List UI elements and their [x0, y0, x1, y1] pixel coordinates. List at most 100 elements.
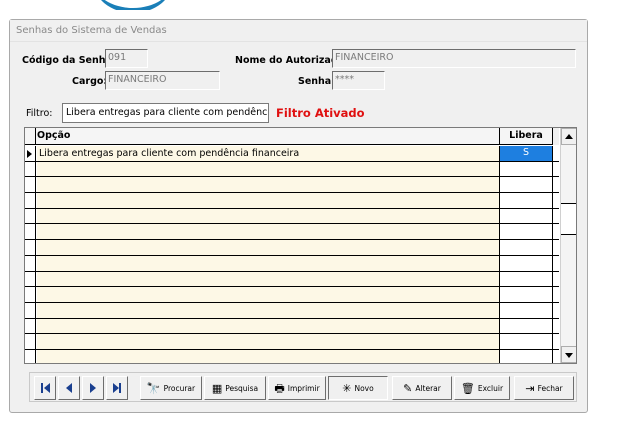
column-header-libera[interactable]: Libera — [499, 128, 552, 145]
row-indicator — [25, 334, 36, 349]
senhas-window: Senhas do Sistema de Vendas Código da Se… — [9, 19, 588, 413]
cell-libera[interactable] — [499, 349, 552, 363]
table-row[interactable]: Libera entregas para cliente com pendênc… — [25, 146, 559, 162]
cell-opcao[interactable] — [37, 334, 499, 349]
row-indicator — [25, 146, 36, 161]
scroll-thumb[interactable] — [561, 203, 576, 235]
cell-libera[interactable] — [499, 193, 552, 208]
fechar-button-label: Fechar — [537, 383, 563, 393]
procurar-button-label: Procurar — [163, 383, 196, 393]
fechar-button[interactable]: ⇥ Fechar — [514, 376, 574, 400]
last-record-button[interactable] — [106, 376, 128, 400]
cell-opcao[interactable]: Libera entregas para cliente com pendênc… — [37, 146, 499, 161]
row-indicator — [25, 349, 36, 363]
cell-opcao[interactable] — [37, 349, 499, 363]
table-row[interactable] — [25, 177, 559, 194]
column-header-opcao[interactable]: Opção — [37, 130, 70, 141]
cell-libera[interactable] — [499, 161, 552, 177]
novo-button-label: Novo — [354, 383, 374, 393]
cell-libera[interactable] — [499, 240, 552, 255]
imprimir-button-label: Imprimir — [287, 383, 320, 393]
cell-libera[interactable] — [499, 334, 552, 349]
filtro-label: Filtro: — [26, 108, 53, 119]
header-spacer — [552, 128, 559, 145]
cell-libera[interactable] — [499, 302, 552, 318]
scroll-up-icon[interactable] — [561, 128, 576, 145]
row-indicator — [25, 161, 36, 177]
filtro-input[interactable]: Libera entregas para cliente com pendênc… — [62, 103, 269, 123]
codigo-label: Código da Senha: — [22, 55, 116, 66]
cell-opcao[interactable] — [37, 177, 499, 193]
table-row[interactable] — [25, 302, 559, 319]
cell-opcao[interactable] — [37, 240, 499, 255]
cell-opcao[interactable] — [37, 161, 499, 177]
cell-libera[interactable] — [499, 208, 552, 224]
cargo-field[interactable]: FINANCEIRO — [105, 71, 220, 90]
row-indicator — [25, 255, 36, 271]
trash-icon: 🗑 — [460, 381, 475, 395]
cell-libera[interactable] — [499, 271, 552, 287]
table-row[interactable] — [25, 161, 559, 178]
cell-libera[interactable] — [499, 255, 552, 271]
row-indicator — [25, 240, 36, 255]
row-indicator — [25, 208, 36, 224]
record-toolbar: 🔭 Procurar ▦ Pesquisa 🖶 Imprimir ✳ Novo ✎ Alterar… — [29, 372, 577, 402]
filtro-status: Filtro Ativado — [276, 106, 365, 120]
table-row[interactable] — [25, 193, 559, 209]
table-row[interactable] — [25, 224, 559, 241]
cell-opcao[interactable] — [37, 224, 499, 240]
pesquisa-button[interactable]: ▦ Pesquisa — [204, 376, 266, 400]
row-spacer — [552, 302, 559, 318]
table-row[interactable] — [25, 271, 559, 288]
codigo-field[interactable]: 091 — [105, 49, 148, 68]
row-indicator — [25, 177, 36, 193]
novo-button[interactable]: ✳ Novo — [328, 376, 388, 400]
new-document-icon: ✳ — [342, 381, 352, 395]
row-indicator — [25, 302, 36, 318]
table-row[interactable] — [25, 287, 559, 303]
table-row[interactable] — [25, 334, 559, 350]
autorizado-label: Nome do Autorizado: — [235, 55, 348, 66]
grid-vertical-scrollbar[interactable] — [560, 128, 576, 363]
row-spacer — [552, 255, 559, 271]
next-record-button[interactable] — [82, 376, 104, 400]
table-row[interactable] — [25, 240, 559, 256]
row-spacer — [552, 177, 559, 193]
row-spacer — [552, 271, 559, 287]
autorizado-field[interactable]: FINANCEIRO — [332, 49, 576, 68]
cell-opcao[interactable] — [37, 255, 499, 271]
excluir-button[interactable]: 🗑 Excluir — [454, 376, 510, 400]
cell-libera[interactable] — [499, 287, 552, 302]
cell-libera[interactable] — [499, 318, 552, 334]
edit-wand-icon: ✎ — [403, 381, 413, 395]
previous-record-button[interactable] — [58, 376, 80, 400]
row-spacer — [552, 161, 559, 177]
exit-door-icon: ⇥ — [525, 381, 535, 395]
scroll-down-icon[interactable] — [561, 346, 576, 363]
table-row[interactable] — [25, 208, 559, 225]
row-spacer — [552, 146, 559, 161]
cell-opcao[interactable] — [37, 193, 499, 208]
imprimir-button[interactable]: 🖶 Imprimir — [268, 376, 326, 400]
alterar-button[interactable]: ✎ Alterar — [392, 376, 452, 400]
row-indicator — [25, 287, 36, 302]
table-row[interactable] — [25, 255, 559, 272]
cell-opcao[interactable] — [37, 302, 499, 318]
senha-field[interactable]: **** — [332, 71, 385, 90]
cell-opcao[interactable] — [37, 287, 499, 302]
cell-libera[interactable]: S — [499, 146, 552, 161]
table-row[interactable] — [25, 318, 559, 335]
row-spacer — [552, 334, 559, 349]
cell-opcao[interactable] — [37, 271, 499, 287]
table-row[interactable] — [25, 349, 559, 363]
options-grid[interactable]: Opção Libera Libera entregas para client… — [24, 127, 577, 364]
cell-libera[interactable] — [499, 224, 552, 240]
cell-opcao[interactable] — [37, 318, 499, 334]
first-record-button[interactable] — [34, 376, 56, 400]
cell-libera[interactable] — [499, 177, 552, 193]
procurar-button[interactable]: 🔭 Procurar — [140, 376, 202, 400]
row-indicator — [25, 224, 36, 240]
row-indicator — [25, 318, 36, 334]
printer-icon: 🖶 — [274, 381, 285, 395]
cell-opcao[interactable] — [37, 208, 499, 224]
